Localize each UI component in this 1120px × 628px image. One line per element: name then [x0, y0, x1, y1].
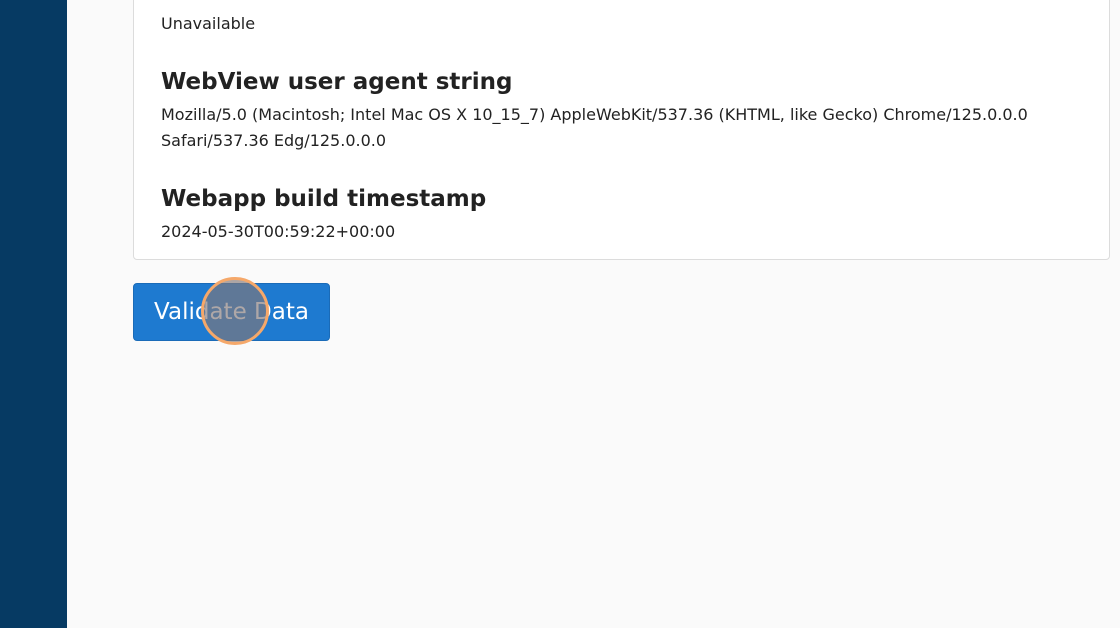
build-timestamp-heading: Webapp build timestamp [161, 186, 487, 212]
sidebar [0, 0, 67, 628]
build-timestamp-value: 2024-05-30T00:59:22+00:00 [161, 222, 396, 241]
main-content: Unavailable WebView user agent string Mo… [67, 0, 1120, 628]
section-value-unavailable: Unavailable [161, 14, 256, 33]
device-info-card: Unavailable WebView user agent string Mo… [133, 0, 1110, 260]
user-agent-heading: WebView user agent string [161, 69, 513, 95]
user-agent-value: Mozilla/5.0 (Macintosh; Intel Mac OS X 1… [161, 105, 1028, 150]
validate-data-button[interactable]: Validate Data [133, 283, 330, 341]
